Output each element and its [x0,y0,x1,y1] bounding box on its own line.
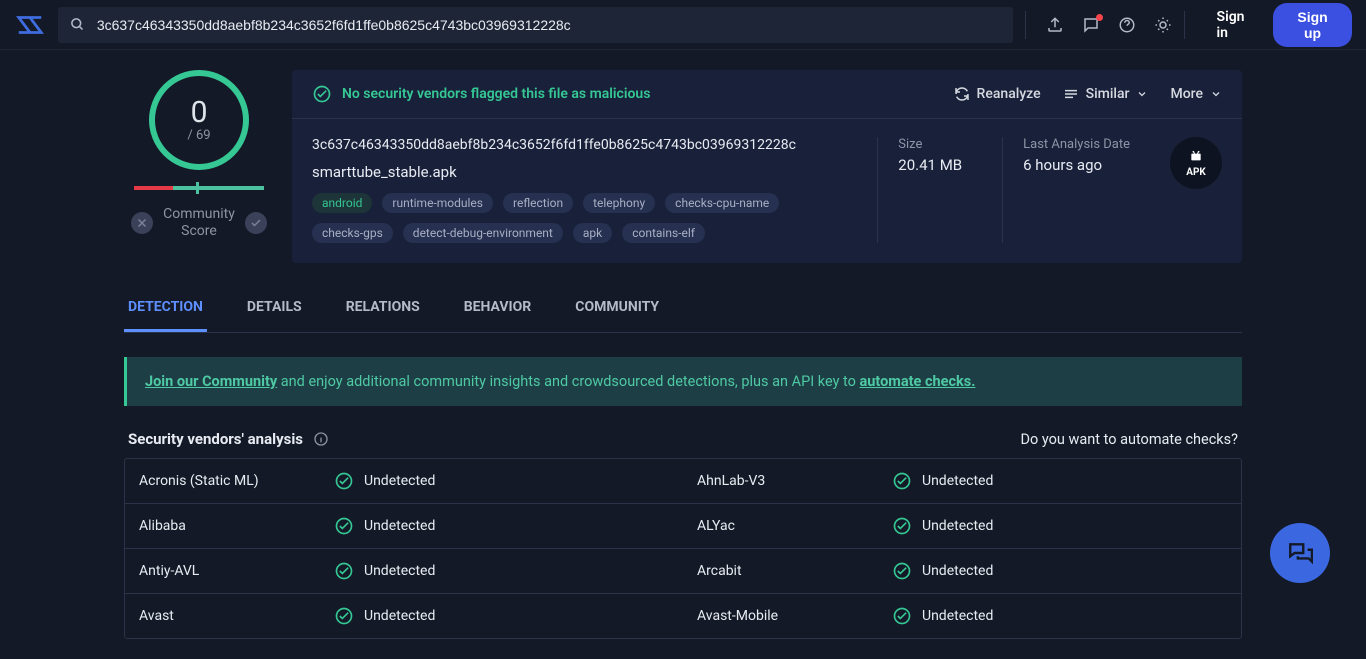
search-bar[interactable] [58,7,1013,43]
vendor-name: Avast [139,608,334,624]
status-undetected: Undetected [334,471,435,491]
vendor-cell: AhnLab-V3Undetected [683,459,1241,503]
vendor-cell: Acronis (Static ML)Undetected [125,459,683,503]
table-row: Acronis (Static ML)UndetectedAhnLab-V3Un… [125,459,1241,504]
status-undetected: Undetected [892,471,993,491]
tag-apk[interactable]: apk [573,223,612,243]
chevron-down-icon [1210,88,1222,100]
size-label: Size [898,137,962,152]
chevron-down-icon [1136,88,1148,100]
banner-text: and enjoy additional community insights … [277,373,859,390]
divider [1184,11,1185,39]
vendor-name: ALYac [697,518,892,534]
app-logo[interactable] [14,9,46,41]
vendors-title: Security vendors' analysis [128,430,329,448]
vendor-cell: ArcabitUndetected [683,549,1241,593]
file-hash: 3c637c46343350dd8aebf8b234c3652f6fd1ffe0… [312,137,837,153]
signup-button[interactable]: Sign up [1273,3,1352,47]
tab-detection[interactable]: DETECTION [124,289,207,332]
tab-community[interactable]: COMMUNITY [571,289,663,332]
tag-checks-cpu-name[interactable]: checks-cpu-name [665,193,779,213]
tag-checks-gps[interactable]: checks-gps [312,223,393,243]
community-score-label: Community Score [163,206,235,240]
date-value: 6 hours ago [1023,156,1130,174]
vendor-cell: Antiy-AVLUndetected [125,549,683,593]
chat-fab[interactable] [1270,523,1330,583]
status-undetected: Undetected [892,561,993,581]
comment-icon[interactable] [1082,16,1100,34]
vendor-cell: Avast-MobileUndetected [683,594,1241,638]
table-row: AvastUndetectedAvast-MobileUndetected [125,594,1241,638]
vendor-name: Alibaba [139,518,334,534]
search-icon [70,17,85,32]
automate-checks-link[interactable]: automate checks. [860,373,976,390]
tag-android[interactable]: android [312,193,372,213]
join-community-link[interactable]: Join our Community [145,373,277,390]
score-bar [134,186,264,190]
file-type-badge: APK [1170,137,1222,189]
table-row: Antiy-AVLUndetectedArcabitUndetected [125,549,1241,594]
community-banner: Join our Community and enjoy additional … [124,357,1242,406]
table-row: AlibabaUndetectedALYacUndetected [125,504,1241,549]
tag-telephony[interactable]: telephony [583,193,655,213]
vendor-name: Acronis (Static ML) [139,473,334,489]
dismiss-icon[interactable] [131,212,153,234]
vendor-name: AhnLab-V3 [697,473,892,489]
vendor-name: Arcabit [697,563,892,579]
vendor-name: Avast-Mobile [697,608,892,624]
score-total: / 69 [187,128,210,143]
help-icon[interactable] [1118,16,1136,34]
tab-details[interactable]: DETAILS [243,289,306,332]
status-undetected: Undetected [892,606,993,626]
score-count: 0 [191,98,208,128]
notification-dot [1096,14,1103,21]
score-gauge: 0 / 69 [149,70,249,170]
search-input[interactable] [97,17,1001,33]
file-name: smarttube_stable.apk [312,163,837,181]
status-undetected: Undetected [892,516,993,536]
date-label: Last Analysis Date [1023,137,1130,152]
tag-reflection[interactable]: reflection [503,193,573,213]
tag-runtime-modules[interactable]: runtime-modules [382,193,493,213]
status-undetected: Undetected [334,516,435,536]
check-icon[interactable] [245,212,267,234]
theme-icon[interactable] [1154,16,1172,34]
status-undetected: Undetected [334,561,435,581]
automate-prompt[interactable]: Do you want to automate checks? [1020,431,1238,448]
signin-link[interactable]: Sign in [1217,9,1260,41]
divider [1025,11,1026,39]
more-button[interactable]: More [1170,86,1222,102]
tag-contains-elf[interactable]: contains-elf [622,223,705,243]
status-undetected: Undetected [334,606,435,626]
similar-button[interactable]: Similar [1063,86,1149,102]
vendor-cell: ALYacUndetected [683,504,1241,548]
tab-behavior[interactable]: BEHAVIOR [460,289,536,332]
info-icon[interactable] [313,431,329,447]
reanalyze-button[interactable]: Reanalyze [954,86,1041,102]
vendor-name: Antiy-AVL [139,563,334,579]
tab-relations[interactable]: RELATIONS [342,289,424,332]
size-value: 20.41 MB [898,156,962,174]
safe-status: No security vendors flagged this file as… [312,84,650,104]
tag-detect-debug-environment[interactable]: detect-debug-environment [403,223,563,243]
vendor-cell: AvastUndetected [125,594,683,638]
upload-icon[interactable] [1046,16,1064,34]
vendor-cell: AlibabaUndetected [125,504,683,548]
